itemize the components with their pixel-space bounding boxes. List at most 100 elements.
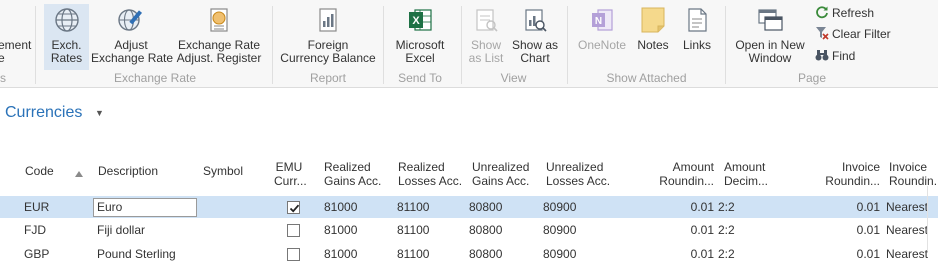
onenote-icon: N (592, 9, 613, 31)
svg-text:X: X (412, 15, 420, 27)
clear-filter-icon (816, 27, 829, 40)
group-label-report: Report (309, 71, 347, 85)
refresh-icon (816, 6, 828, 19)
sticky-note-icon (641, 7, 665, 33)
cell-description: Fiji dollar (97, 223, 146, 237)
cell-realized-gains-acc: 81000 (324, 200, 358, 214)
sort-ascending-icon (75, 171, 83, 177)
cell-code: EUR (24, 200, 50, 214)
microsoft-excel-button[interactable]: X Microsoft Excel (390, 4, 450, 70)
cell-unrealized-gains-acc: 80800 (469, 247, 503, 261)
table-row[interactable]: EUR Euro 81000 81100 80800 80900 0.01 2:… (0, 196, 938, 218)
cell-symbol (203, 219, 263, 241)
cell-code: GBP (24, 247, 50, 261)
chart-view-icon (525, 9, 547, 32)
cell-amount-rounding: 0.01 (690, 247, 714, 261)
cell-amount-decimals: 2:2 (718, 223, 735, 237)
find-button[interactable]: Find (815, 47, 855, 65)
cell-description: Pound Sterling (97, 247, 176, 261)
binoculars-icon (815, 50, 829, 61)
cell-unrealized-losses-acc: 80900 (543, 200, 577, 214)
table-row[interactable]: GBP Pound Sterling 81000 81100 80800 809… (0, 243, 938, 265)
cell-symbol (203, 196, 263, 218)
ribbon-separator (567, 6, 568, 84)
cell-invoice-rounding: 0.01 (856, 247, 880, 261)
svg-text:N: N (595, 16, 602, 27)
ribbon: ement e s Exch. Rates Adjust Exchange Ra… (0, 0, 938, 88)
ribbon-separator (35, 6, 36, 84)
cell-realized-losses-acc: 81100 (397, 223, 430, 237)
adjust-exchange-rate-button[interactable]: Adjust Exchange Rate (91, 4, 173, 70)
cell-amount-decimals: 2:2 (718, 247, 735, 261)
currencies-grid: Code Description Symbol EMU Curr... Real… (0, 156, 938, 261)
column-header-unrealized-losses-acc[interactable]: Unrealized Losses Acc. (546, 160, 626, 188)
cell-amount-rounding: 0.01 (690, 223, 714, 237)
ribbon-separator (272, 6, 273, 84)
column-header-amount-rounding[interactable]: Amount Roundin... (648, 160, 714, 188)
group-label-exchange-rate: Exchange Rate (113, 71, 197, 85)
ribbon-separator (725, 6, 726, 84)
show-as-chart-button[interactable]: Show as Chart (509, 4, 561, 70)
column-header-symbol[interactable]: Symbol (203, 164, 243, 178)
column-header-emu-currency[interactable]: EMU Curr... (274, 160, 314, 188)
report-icon (319, 8, 337, 32)
cell-invoice-rounding-type: Nearest (886, 200, 929, 214)
cell-amount-decimals: 2:2 (718, 200, 735, 214)
list-view-icon (476, 9, 498, 32)
globe-pencil-icon (118, 9, 143, 31)
emu-currency-checkbox[interactable] (287, 201, 300, 214)
globe-icon (54, 8, 79, 32)
excel-icon: X (409, 9, 432, 31)
column-header-invoice-rounding-type[interactable]: Invoice Roundin... (889, 160, 938, 188)
column-header-amount-decimals[interactable]: Amount Decim... (724, 160, 780, 188)
exchange-rate-adjust-register-button[interactable]: Exchange Rate Adjust. Register (175, 4, 263, 70)
notes-button[interactable]: Notes (632, 4, 674, 70)
group-label-send-to: Send To (398, 71, 442, 85)
cell-code: FJD (24, 223, 46, 237)
truncated-ribbon-button[interactable]: ement e (0, 4, 31, 70)
onenote-button[interactable]: N OneNote (574, 4, 630, 70)
page-title[interactable]: Currencies (5, 104, 82, 126)
cell-invoice-rounding-type: Nearest (886, 223, 929, 237)
cell-amount-rounding: 0.01 (690, 200, 714, 214)
clear-filter-button[interactable]: Clear Filter (815, 25, 891, 43)
cell-symbol (203, 243, 263, 265)
grid-divider (927, 186, 928, 251)
column-header-unrealized-gains-acc[interactable]: Unrealized Gains Acc. (472, 160, 542, 188)
links-button[interactable]: Links (678, 4, 716, 70)
register-icon (210, 8, 228, 32)
chevron-down-icon[interactable]: ▼ (95, 108, 104, 118)
cell-invoice-rounding-type: Nearest (886, 247, 929, 261)
emu-currency-checkbox[interactable] (287, 224, 300, 237)
group-label-show-attached: Show Attached (606, 71, 687, 85)
cell-realized-losses-acc: 81100 (397, 247, 430, 261)
foreign-currency-balance-button[interactable]: Foreign Currency Balance (279, 4, 377, 70)
group-label-page: Page (797, 71, 827, 85)
cell-realized-gains-acc: 81000 (324, 223, 358, 237)
column-header-realized-gains-acc[interactable]: Realized Gains Acc. (324, 160, 394, 188)
refresh-button[interactable]: Refresh (815, 4, 874, 22)
table-row[interactable]: FJD Fiji dollar 81000 81100 80800 80900 … (0, 219, 938, 241)
cell-unrealized-losses-acc: 80900 (543, 247, 577, 261)
show-as-list-button[interactable]: Show as List (466, 4, 506, 70)
ribbon-separator (383, 6, 384, 84)
column-header-realized-losses-acc[interactable]: Realized Losses Acc. (398, 160, 468, 188)
column-header-code[interactable]: Code (25, 164, 54, 178)
ribbon-separator (461, 6, 462, 84)
cell-unrealized-losses-acc: 80900 (543, 223, 577, 237)
emu-currency-checkbox[interactable] (287, 248, 300, 261)
group-label-view: View (500, 71, 527, 85)
column-header-invoice-rounding[interactable]: Invoice Roundin... (812, 160, 880, 188)
cell-unrealized-gains-acc: 80800 (469, 223, 503, 237)
cell-unrealized-gains-acc: 80800 (469, 200, 503, 214)
exch-rates-button[interactable]: Exch. Rates (44, 4, 89, 70)
cell-invoice-rounding: 0.01 (856, 223, 880, 237)
truncated-group-label: s (0, 71, 6, 85)
checkmark-icon (289, 204, 300, 213)
link-document-icon (688, 8, 707, 32)
new-window-icon (758, 9, 783, 31)
open-in-new-window-button[interactable]: Open in New Window (732, 4, 808, 70)
cell-realized-losses-acc: 81100 (397, 200, 430, 214)
column-header-description[interactable]: Description (98, 164, 158, 178)
description-input[interactable]: Euro (93, 198, 197, 217)
